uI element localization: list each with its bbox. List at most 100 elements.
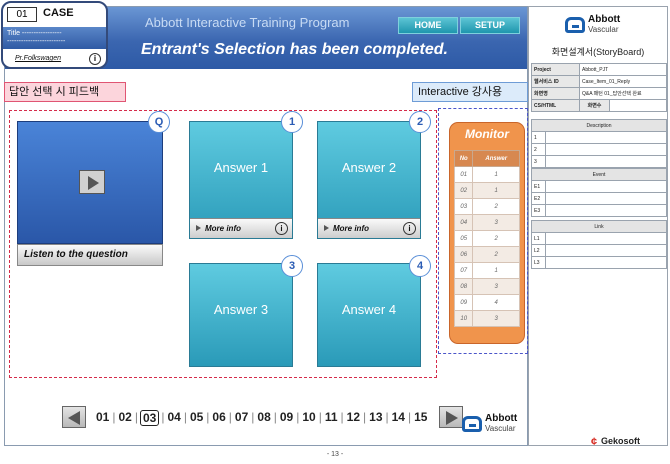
more-info-button[interactable]: More info i <box>318 218 420 238</box>
monitor-table: No Answer 01 1 02 1 03 2 04 3 05 2 06 2 07 1 08 3 09 4 10 3 <box>453 150 520 327</box>
page-link[interactable]: 08 <box>256 410 271 426</box>
answer-card-4[interactable]: Answer 4 <box>317 263 421 367</box>
monitor-row: 05 2 <box>453 230 520 247</box>
storyboard-panel: Abbott Vascular 화면설계서(StoryBoard) Projec… <box>528 6 668 446</box>
row-label: 2 <box>531 143 546 156</box>
monitor-row: 04 3 <box>453 214 520 231</box>
case-title-line-2: ------------------------- <box>7 38 66 45</box>
info-icon[interactable]: i <box>403 222 416 235</box>
page-link[interactable]: 07 <box>234 410 249 426</box>
monitor-body: 01 1 02 1 03 2 04 3 05 2 06 2 07 1 08 3 09 4 10 3 <box>453 166 520 327</box>
more-info-label: More info <box>205 224 241 233</box>
monitor-cell-answer: 4 <box>472 294 520 311</box>
next-page-button[interactable] <box>439 406 463 428</box>
feedback-label: 답안 선택 시 피드백 <box>4 82 126 102</box>
page-separator: | <box>183 410 187 424</box>
more-info-button[interactable]: More info i <box>190 218 292 238</box>
page-link[interactable]: 06 <box>211 410 226 426</box>
row-label: E1 <box>531 180 546 193</box>
page-link[interactable]: 09 <box>279 410 294 426</box>
home-button[interactable]: HOME <box>398 17 458 34</box>
page-link[interactable]: 15 <box>413 410 428 426</box>
page-separator: | <box>206 410 210 424</box>
sb-key: Project <box>531 63 580 76</box>
answer-card-1[interactable]: Answer 1 More info i <box>189 121 293 239</box>
page-link[interactable]: 05 <box>189 410 204 426</box>
abbott-mark-icon <box>462 416 482 432</box>
gekosoft-mark-icon: ¢ <box>591 436 598 448</box>
monitor-title: Monitor <box>465 127 509 141</box>
monitor-cell-answer: 2 <box>472 230 520 247</box>
page-link[interactable]: 14 <box>391 410 406 426</box>
monitor-cell-no: 04 <box>453 214 474 231</box>
page-link[interactable]: 12 <box>346 410 361 426</box>
sb-value: Abbott_PJT <box>579 63 667 76</box>
status-message: Entrant's Selection has been completed. <box>141 41 448 58</box>
setup-button[interactable]: SETUP <box>460 17 520 34</box>
page-separator: | <box>340 410 344 424</box>
event-section: Event E1 E2 E3 <box>531 168 667 217</box>
info-icon[interactable]: i <box>89 53 101 65</box>
page-separator: | <box>134 410 138 424</box>
monitor-cell-answer: 3 <box>472 214 520 231</box>
question-caption: Listen to the question <box>17 244 163 266</box>
abbott-mark-icon <box>565 17 585 33</box>
sb-screen-count-label: 화면수 <box>579 99 610 112</box>
monitor-row: 01 1 <box>453 166 520 183</box>
row-label: E3 <box>531 204 546 217</box>
answer-badge-2: 2 <box>409 111 431 133</box>
sb-value: Q&A 패턴 01_답안선택 완료 <box>579 87 667 100</box>
page-link[interactable]: 10 <box>301 410 316 426</box>
answer-card-3[interactable]: Answer 3 <box>189 263 293 367</box>
monitor-cell-answer: 2 <box>472 198 520 215</box>
logo-sub: Vascular <box>485 424 516 433</box>
page-separator: | <box>385 410 389 424</box>
page-separator: | <box>296 410 300 424</box>
sb-key: 화면명 <box>531 87 580 100</box>
monitor-cell-no: 02 <box>453 182 474 199</box>
case-author: Pr.Folkswagen <box>15 55 62 62</box>
answer-card-2[interactable]: Answer 2 More info i <box>317 121 421 239</box>
answer-badge-4: 4 <box>409 255 431 277</box>
pagination: 01 | 02 | 03 | 04 | 05 | 06 | 07 | 08 | 09 | 10 | 11 | 12 | 13 | 1… <box>95 410 428 426</box>
storyboard-title: 화면설계서(StoryBoard) <box>551 47 645 57</box>
monitor-cell-no: 08 <box>453 278 474 295</box>
monitor-cell-answer: 3 <box>472 310 520 327</box>
section-title: Link <box>531 220 667 233</box>
question-video[interactable] <box>17 121 163 244</box>
page-link[interactable]: 01 <box>95 410 110 426</box>
page-link[interactable]: 02 <box>117 410 132 426</box>
page-link[interactable]: 03 <box>139 410 160 426</box>
page-separator: | <box>363 410 367 424</box>
answer-label: Answer 3 <box>213 302 269 317</box>
monitor-cell-answer: 3 <box>472 278 520 295</box>
monitor-cell-no: 07 <box>453 262 474 279</box>
program-title: Abbott Interactive Training Program <box>145 15 350 30</box>
page-separator: | <box>228 410 232 424</box>
play-icon[interactable] <box>79 170 105 194</box>
page-link[interactable]: 13 <box>368 410 383 426</box>
page-link[interactable]: 04 <box>166 410 181 426</box>
sb-value: Case_Item_01_Reply <box>579 75 667 88</box>
instructor-label: Interactive 강사용 <box>412 82 528 102</box>
case-number: 01 <box>7 7 37 22</box>
prev-page-button[interactable] <box>62 406 86 428</box>
monitor-row: 03 2 <box>453 198 520 215</box>
question-badge: Q <box>148 111 170 133</box>
row-label: 3 <box>531 155 546 168</box>
monitor-cell-no: 10 <box>453 310 474 327</box>
answer-label: Answer 1 <box>213 160 269 175</box>
page-separator: | <box>318 410 322 424</box>
page-link[interactable]: 11 <box>324 410 339 426</box>
case-card: 01 CASE Title ----------------- --------… <box>1 1 108 69</box>
question-card[interactable]: Listen to the question <box>17 121 163 266</box>
case-title: Title ----------------- ----------------… <box>3 27 106 49</box>
monitor-cell-no: 03 <box>453 198 474 215</box>
abbott-logo: Abbott Vascular <box>462 414 517 434</box>
info-icon[interactable]: i <box>275 222 288 235</box>
monitor-row: 02 1 <box>453 182 520 199</box>
row-label: E2 <box>531 192 546 205</box>
row-label: L2 <box>531 244 546 257</box>
page-separator: | <box>273 410 277 424</box>
logo-name: Abbott <box>485 413 518 424</box>
